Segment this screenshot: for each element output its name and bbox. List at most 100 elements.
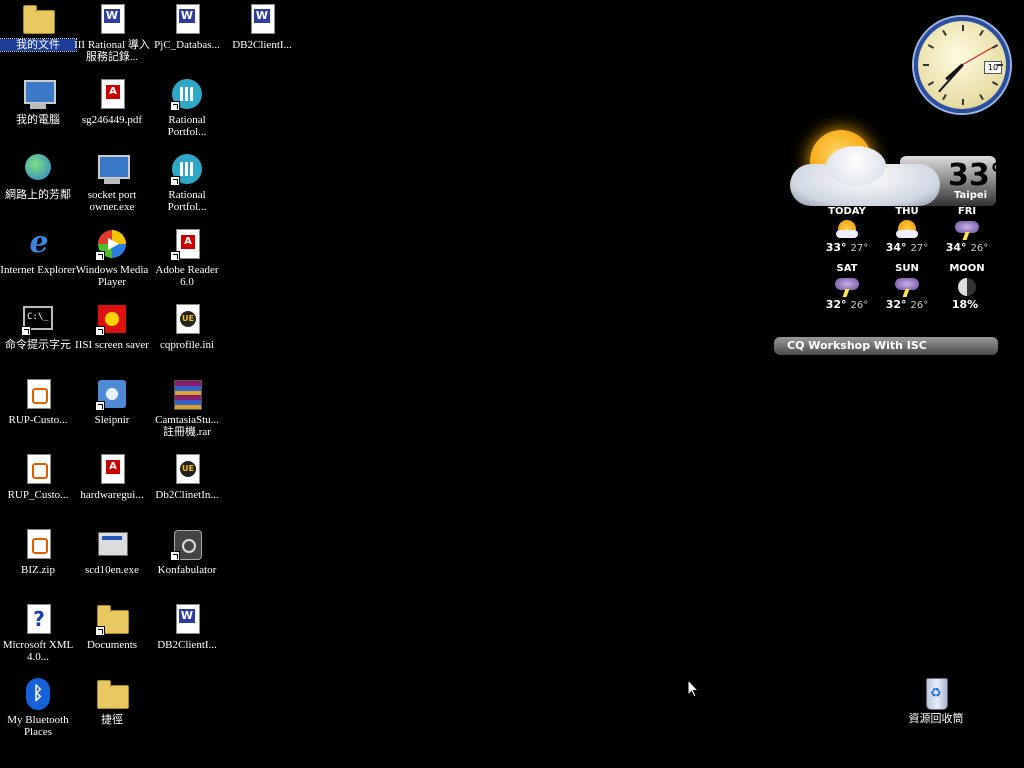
desktop-icon[interactable]: IISI screen saver <box>74 302 150 351</box>
desktop-icon-label: Db2ClinetIn... <box>155 489 219 501</box>
desktop-icon[interactable]: CamtasiaStu... 註冊機.rar <box>149 377 225 438</box>
desktop-icon-label: DB2ClientI... <box>157 639 217 651</box>
sunny-weather-icon <box>834 219 860 241</box>
desktop-icon[interactable]: RUP-Custo... <box>0 377 76 426</box>
desktop-icon[interactable]: Asg246449.pdf <box>74 77 150 126</box>
forecast-temps: 34° 27° <box>878 241 936 254</box>
bluetooth-icon: ᛒ <box>21 677 55 711</box>
storm-weather-icon <box>894 276 920 298</box>
ultraedit-file-icon <box>170 302 204 336</box>
desktop-icon-label: cqprofile.ini <box>159 339 215 351</box>
weather-widget[interactable]: 33° Taipei TODAY 33° 27° THU 34° 27° FRI 34° 26°… <box>790 120 1006 320</box>
desktop-icon[interactable]: Rational Portfol... <box>149 152 225 213</box>
forecast-day: THU 34° 27° <box>878 206 936 254</box>
clock-widget[interactable]: 10 <box>914 17 1010 113</box>
desktop-icon[interactable]: socket port owner.exe <box>74 152 150 213</box>
desktop-icon-label: 我的電腦 <box>16 114 60 126</box>
desktop-icon[interactable]: Konfabulator <box>149 527 225 576</box>
folder-icon <box>95 677 129 711</box>
shortcut-arrow-icon <box>95 251 105 261</box>
desktop-icon[interactable]: 網路上的芳鄰 <box>0 152 76 201</box>
current-temperature: 33° <box>948 158 1005 193</box>
desktop-icon[interactable]: W PjC_Databas... <box>149 2 225 51</box>
desktop-icon[interactable]: W III Rational 導入服務記錄... <box>74 2 150 63</box>
forecast-high: 32° <box>825 298 847 311</box>
shortcut-arrow-icon <box>170 551 180 561</box>
sunny-weather-icon <box>894 219 920 241</box>
forecast-high: 34° <box>885 241 907 254</box>
desktop-icon[interactable]: Windows Media Player <box>74 227 150 288</box>
clock-tick <box>991 44 999 49</box>
forecast-day-label: THU <box>895 206 919 217</box>
desktop-icon-label: Windows Media Player <box>75 264 149 288</box>
desktop-icon[interactable]: cqprofile.ini <box>149 302 225 351</box>
clock-tick <box>942 93 947 101</box>
storm-weather-icon <box>954 219 980 241</box>
desktop-icon-label: CamtasiaStu... 註冊機.rar <box>155 414 219 438</box>
pdf-document-icon: A <box>95 77 129 111</box>
rup-document-icon <box>21 527 55 561</box>
desktop-icon[interactable]: 我的文件 <box>0 2 77 52</box>
desktop-icon-label: BIZ.zip <box>21 564 55 576</box>
clock-tick <box>962 25 964 31</box>
desktop-icon[interactable]: e Internet Explorer <box>0 225 76 277</box>
clock-minute-hand <box>938 64 964 93</box>
rup-document-icon <box>21 452 55 486</box>
desktop-icon[interactable]: Ahardwaregui... <box>74 452 150 501</box>
shortcut-arrow-icon <box>170 176 180 186</box>
forecast-temps: 32° 26° <box>878 298 936 311</box>
xml-help-icon: ? <box>21 602 55 636</box>
desktop-icon-label: hardwaregui... <box>80 489 144 501</box>
konfabulator-icon <box>170 527 204 561</box>
clock-tick <box>979 93 984 101</box>
clock-tick <box>991 81 999 86</box>
desktop-icon[interactable]: ? Microsoft XML 4.0... <box>0 602 76 663</box>
forecast-low: 26° <box>850 300 869 311</box>
desktop-icon[interactable]: scd10en.exe <box>74 527 150 576</box>
desktop-icon[interactable]: A Adobe Reader 6.0 <box>149 227 225 288</box>
forecast-day-label: MOON <box>949 263 985 274</box>
desktop-icon-label: Internet Explorer <box>0 264 76 276</box>
moon-weather-icon <box>954 276 980 298</box>
forecast-temps: 33° 27° <box>818 241 876 254</box>
desktop-icon[interactable]: Rational Portfol... <box>149 77 225 138</box>
desktop-icon[interactable]: ᛒ My Bluetooth Places <box>0 677 76 738</box>
forecast-high: 33° <box>825 241 847 254</box>
forecast-low: 27° <box>910 243 929 254</box>
desktop-icon-label: socket port owner.exe <box>87 189 137 213</box>
desktop-icon-label: 捷徑 <box>101 714 123 726</box>
word-document-icon: W <box>170 602 204 636</box>
executable-icon <box>95 152 130 186</box>
desktop-icon-label: sg246449.pdf <box>81 114 143 126</box>
forecast-low: 26° <box>910 300 929 311</box>
desktop-icon-label: RUP_Custo... <box>7 489 69 501</box>
desktop-icon-label: 網路上的芳鄰 <box>5 189 71 201</box>
desktop-icon[interactable]: RUP_Custo... <box>0 452 76 501</box>
desktop-icon[interactable]: Documents <box>74 602 150 651</box>
desktop-icon[interactable]: C:\_ 命令提示字元 <box>0 302 76 351</box>
forecast-day: SAT 32° 26° <box>818 263 876 311</box>
forecast-day: TODAY 33° 27° <box>818 206 876 254</box>
forecast-day-label: SAT <box>836 263 858 274</box>
clock-tick <box>927 44 935 49</box>
desktop-icon-label: 命令提示字元 <box>5 339 71 351</box>
widget-title-bar[interactable]: CQ Workshop With ISC <box>774 337 998 355</box>
forecast-day: SUN 32° 26° <box>878 263 936 311</box>
word-document-icon: W <box>170 2 204 36</box>
clock-tick <box>979 29 984 37</box>
rational-portfolio-icon <box>170 77 204 111</box>
desktop-icon[interactable]: BIZ.zip <box>0 527 76 576</box>
desktop-icon[interactable]: 我的電腦 <box>0 77 76 126</box>
recycle-bin-icon[interactable]: 資源回收筒 <box>898 676 974 725</box>
internet-explorer-icon: e <box>29 225 49 260</box>
desktop-icon[interactable]: Db2ClinetIn... <box>149 452 225 501</box>
forecast-low: 27° <box>850 243 869 254</box>
desktop-icon[interactable]: Sleipnir <box>74 377 150 426</box>
desktop-icon[interactable]: W DB2ClientI... <box>224 2 300 51</box>
desktop-icon[interactable]: 捷徑 <box>74 677 150 726</box>
forecast-temps: 34° 26° <box>938 241 996 254</box>
weather-city: Taipei <box>954 190 988 201</box>
desktop-icon[interactable]: W DB2ClientI... <box>149 602 225 651</box>
installer-icon <box>95 527 129 561</box>
desktop-icon-label: scd10en.exe <box>84 564 140 576</box>
